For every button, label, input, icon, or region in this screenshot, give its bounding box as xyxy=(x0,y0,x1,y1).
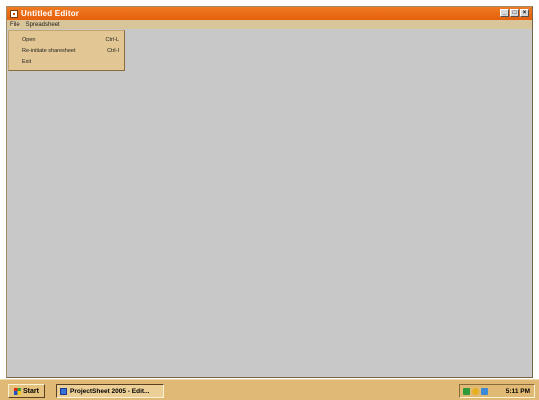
client-area[interactable] xyxy=(9,29,530,375)
window-controls: _ □ × xyxy=(500,9,529,17)
sound-icon[interactable] xyxy=(472,387,479,395)
title-bar[interactable]: Untitled Editor _ □ × xyxy=(7,7,532,20)
app-icon[interactable] xyxy=(10,9,18,18)
menu-item-open[interactable]: Open Ctrl-L xyxy=(9,34,124,45)
maximize-button[interactable]: □ xyxy=(510,9,519,17)
monitor-icon[interactable] xyxy=(481,387,488,395)
window-title: Untitled Editor xyxy=(21,9,80,18)
taskbar-window-button[interactable]: ProjectSheet 2005 - Edit... xyxy=(56,384,164,398)
network-icon[interactable] xyxy=(463,387,470,395)
menu-item-exit[interactable]: Exit xyxy=(9,56,124,67)
menu-item-label: Exit xyxy=(22,58,32,65)
start-button[interactable]: Start xyxy=(8,384,45,398)
menu-item-label: Open xyxy=(22,36,36,43)
start-label: Start xyxy=(23,387,39,395)
taskbar: Start ProjectSheet 2005 - Edit... 5:11 P… xyxy=(0,379,539,400)
menu-bar: File Spreadsheet xyxy=(7,20,532,29)
windows-logo-icon xyxy=(14,387,22,395)
app-icon xyxy=(60,387,67,395)
system-tray: 5:11 PM xyxy=(459,384,535,398)
menu-spreadsheet[interactable]: Spreadsheet xyxy=(26,22,60,28)
clock[interactable]: 5:11 PM xyxy=(506,388,530,395)
menu-item-shortcut: Ctrl-L xyxy=(105,36,119,43)
taskbar-window-label: ProjectSheet 2005 - Edit... xyxy=(70,387,150,395)
file-menu-dropdown: Open Ctrl-L Re-initiate sharesheet Ctrl-… xyxy=(8,30,125,71)
menu-file[interactable]: File xyxy=(10,21,20,28)
menu-item-shortcut: Ctrl-I xyxy=(107,47,119,54)
close-button[interactable]: × xyxy=(520,9,529,17)
minimize-button[interactable]: _ xyxy=(500,9,509,17)
menu-item-label: Re-initiate sharesheet xyxy=(22,47,76,54)
menu-item-reinitiate[interactable]: Re-initiate sharesheet Ctrl-I xyxy=(9,45,124,56)
